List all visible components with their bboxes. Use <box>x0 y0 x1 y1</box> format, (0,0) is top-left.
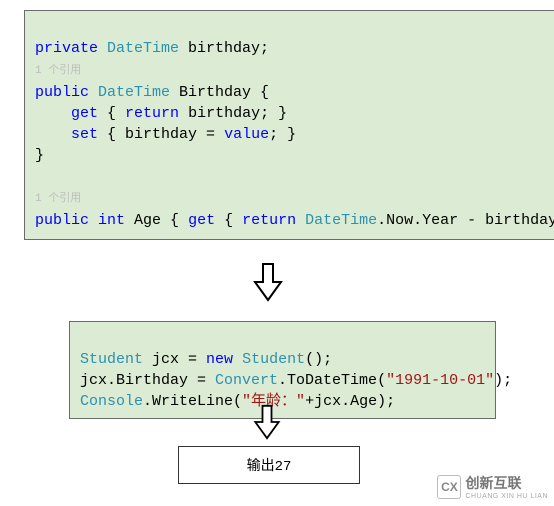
keyword: new <box>206 351 233 368</box>
keyword: public <box>35 84 89 101</box>
type: Convert <box>215 372 278 389</box>
keyword: return <box>242 212 296 229</box>
logo-title: 创新互联 <box>465 473 548 493</box>
logo-subtitle: CHUANG XIN HU LIAN <box>465 493 548 500</box>
output-box: 输出27 <box>178 446 360 484</box>
keyword: private <box>35 40 98 57</box>
reference-count: 1 个引用 <box>35 65 81 77</box>
arrow-down-icon <box>253 404 281 440</box>
type: DateTime <box>98 84 170 101</box>
type: DateTime <box>305 212 377 229</box>
type: Student <box>242 351 305 368</box>
identifier: Birthday { <box>170 84 269 101</box>
keyword: get <box>188 212 215 229</box>
watermark-logo: CX 创新互联 CHUANG XIN HU LIAN <box>437 473 548 500</box>
logo-icon: CX <box>437 475 461 499</box>
code-block-class-definition: private DateTime birthday; 1 个引用 public … <box>24 10 554 240</box>
code-block-usage: Student jcx = new Student(); jcx.Birthda… <box>69 321 496 419</box>
type: Student <box>80 351 143 368</box>
type: DateTime <box>107 40 179 57</box>
type: Console <box>80 393 143 410</box>
output-text: 输出27 <box>247 455 292 475</box>
keyword: value <box>224 126 269 143</box>
arrow-down-icon <box>253 262 283 302</box>
reference-count: 1 个引用 <box>35 193 81 205</box>
keyword: get <box>71 105 98 122</box>
keyword: set <box>71 126 98 143</box>
string-literal: "1991-10-01" <box>386 372 494 389</box>
keyword: int <box>98 212 125 229</box>
keyword: return <box>125 105 179 122</box>
identifier: birthday; <box>179 40 269 57</box>
keyword: public <box>35 212 89 229</box>
